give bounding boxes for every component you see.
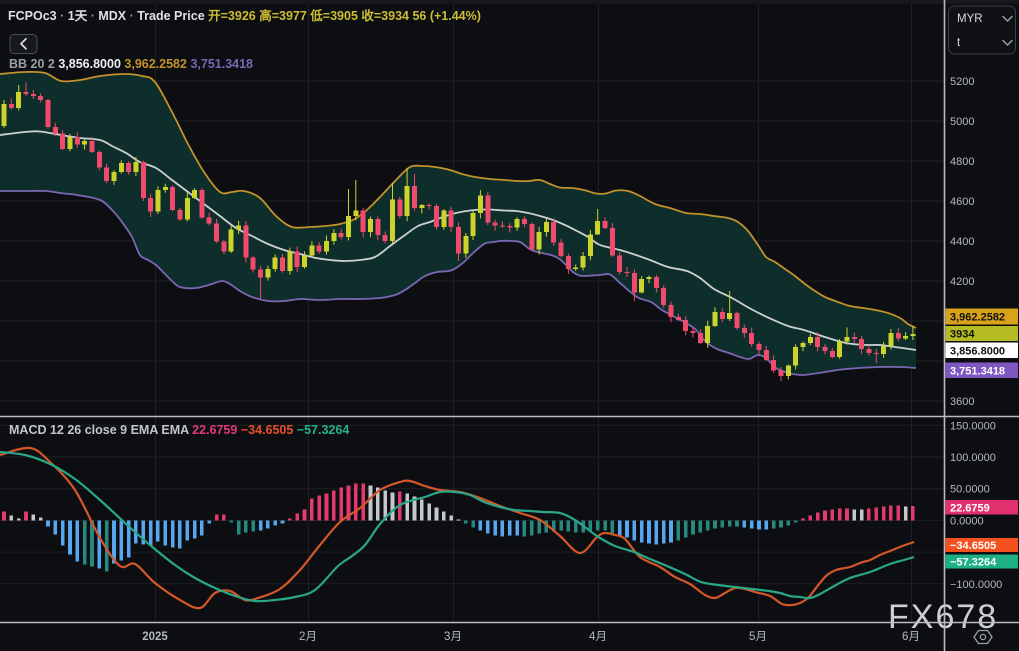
svg-text:4月: 4月 [589, 631, 607, 643]
svg-text:−57.3264: −57.3264 [950, 557, 997, 569]
svg-text:MYR: MYR [957, 13, 983, 25]
svg-text:5200: 5200 [950, 76, 974, 88]
svg-text:6月: 6月 [902, 631, 920, 643]
svg-text:MACD 12 26 close 9 EMA EMA 22: MACD 12 26 close 9 EMA EMA 22.6759 −34.6… [9, 423, 349, 437]
svg-text:3月: 3月 [444, 631, 462, 643]
svg-text:FCPOc3 · 1天 · MDX · Trade Pric: FCPOc3 · 1天 · MDX · Trade Price 开=3926 高… [8, 8, 481, 23]
svg-text:22.6759: 22.6759 [950, 502, 990, 514]
svg-text:2月: 2月 [299, 631, 317, 643]
svg-text:3,751.3418: 3,751.3418 [950, 365, 1005, 377]
svg-text:4400: 4400 [950, 236, 974, 248]
svg-text:150.0000: 150.0000 [950, 420, 996, 432]
svg-text:3934: 3934 [950, 329, 975, 341]
svg-text:3,962.2582: 3,962.2582 [950, 312, 1005, 324]
svg-text:100.0000: 100.0000 [950, 452, 996, 464]
svg-text:3,856.8000: 3,856.8000 [950, 345, 1005, 357]
svg-text:−100.0000: −100.0000 [950, 579, 1002, 591]
svg-text:−34.6505: −34.6505 [950, 540, 996, 552]
svg-text:3600: 3600 [950, 396, 974, 408]
svg-text:0.0000: 0.0000 [950, 515, 984, 527]
svg-text:2025: 2025 [142, 631, 168, 643]
svg-text:4200: 4200 [950, 276, 974, 288]
svg-text:4800: 4800 [950, 156, 974, 168]
svg-text:4600: 4600 [950, 196, 974, 208]
svg-text:5月: 5月 [749, 631, 767, 643]
svg-text:BB 20 2 3,856.8000 3,962.258: BB 20 2 3,856.8000 3,962.2582 3,751.3418 [9, 57, 253, 71]
svg-text:50.0000: 50.0000 [950, 484, 990, 496]
svg-text:5000: 5000 [950, 116, 974, 128]
